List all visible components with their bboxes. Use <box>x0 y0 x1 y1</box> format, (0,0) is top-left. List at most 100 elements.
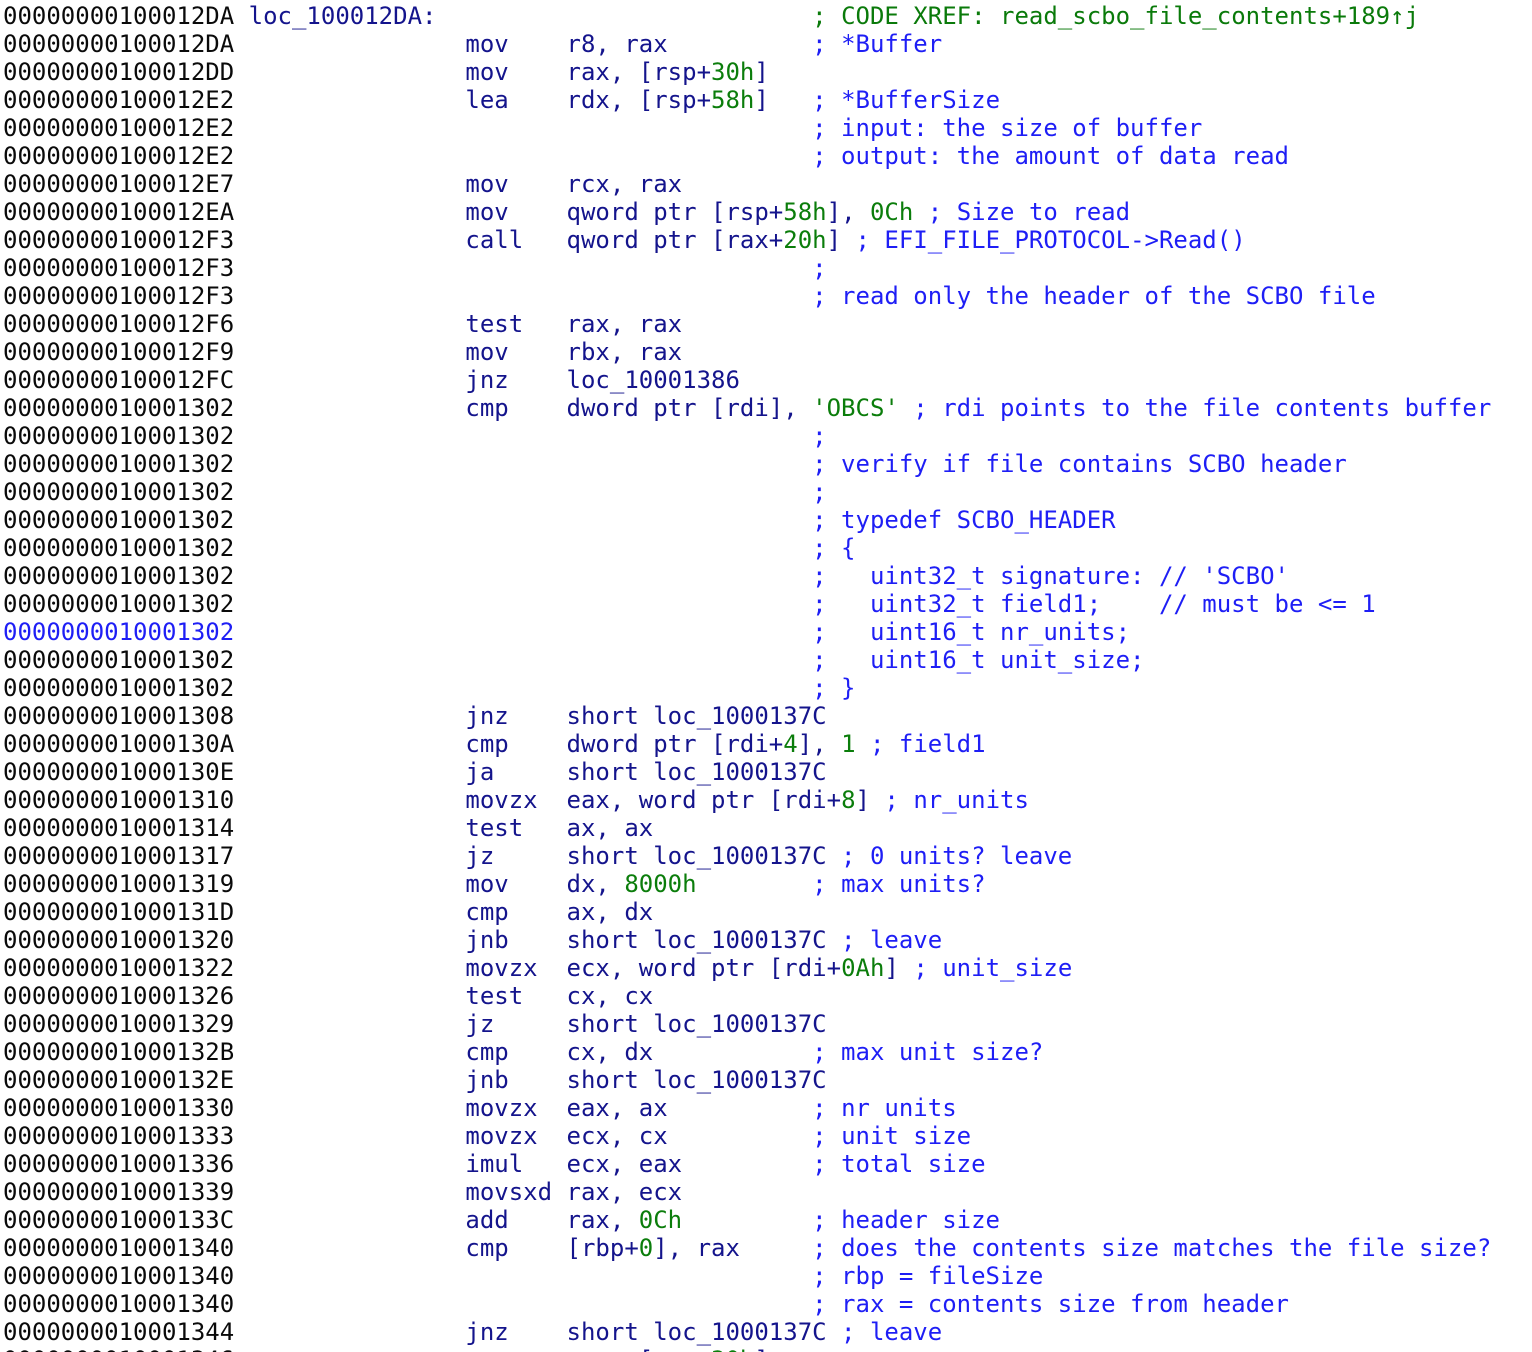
asm-line[interactable]: 0000000010001302 ; <box>3 422 1532 450</box>
address: 00000000100012FC <box>3 366 234 394</box>
address: 0000000010001340 <box>3 1262 234 1290</box>
asm-line[interactable]: 000000001000130A cmp dword ptr [rdi+4], … <box>3 730 1532 758</box>
instruction-text: cmp [rbp+ <box>234 1234 639 1262</box>
asm-line[interactable]: 00000000100012E2 ; output: the amount of… <box>3 142 1532 170</box>
asm-line[interactable]: 00000000100012DA loc_100012DA: ; CODE XR… <box>3 2 1532 30</box>
address: 0000000010001336 <box>3 1150 234 1178</box>
asm-line[interactable]: 0000000010001340 ; rbp = fileSize <box>3 1262 1532 1290</box>
asm-line[interactable]: 0000000010001322 movzx ecx, word ptr [rd… <box>3 954 1532 982</box>
asm-line[interactable]: 00000000100012DA mov r8, rax ; *Buffer <box>3 30 1532 58</box>
comment: ; field1 <box>856 730 986 758</box>
number-literal: 58h <box>783 198 826 226</box>
address: 00000000100012E2 <box>3 86 234 114</box>
comment: ; uint32_t signature: // 'SCBO' <box>234 562 1289 590</box>
asm-line[interactable]: 0000000010001340 ; rax = contents size f… <box>3 1290 1532 1318</box>
address: 0000000010001302 <box>3 394 234 422</box>
address: 000000001000133C <box>3 1206 234 1234</box>
comment: ; Size to read <box>913 198 1130 226</box>
comment: ; { <box>234 534 855 562</box>
instruction-text: movzx ecx, cx <box>234 1122 667 1150</box>
instruction-text: cmp ax, dx <box>234 898 653 926</box>
asm-line[interactable]: 0000000010001308 jnz short loc_1000137C <box>3 702 1532 730</box>
asm-line[interactable]: 0000000010001302 ; typedef SCBO_HEADER <box>3 506 1532 534</box>
asm-line[interactable]: 00000000100012E7 mov rcx, rax <box>3 170 1532 198</box>
instruction-text: ], rax <box>653 1234 740 1262</box>
address: 00000000100012DA <box>3 2 234 30</box>
comment: ; <box>234 422 826 450</box>
asm-line[interactable]: 00000000100012F3 ; <box>3 254 1532 282</box>
asm-line[interactable]: 00000000100012E2 ; input: the size of bu… <box>3 114 1532 142</box>
address: 0000000010001302 <box>3 674 234 702</box>
asm-line[interactable]: 00000000100012F3 ; read only the header … <box>3 282 1532 310</box>
asm-line[interactable]: 0000000010001329 jz short loc_1000137C <box>3 1010 1532 1038</box>
instruction-text: ], <box>827 198 870 226</box>
asm-line[interactable]: 0000000010001326 test cx, cx <box>3 982 1532 1010</box>
instruction-text: jz short loc_1000137C <box>234 842 826 870</box>
asm-line[interactable]: 0000000010001310 movzx eax, word ptr [rd… <box>3 786 1532 814</box>
asm-line[interactable]: 0000000010001340 cmp [rbp+0], rax ; does… <box>3 1234 1532 1262</box>
comment: ; uint32_t field1; // must be <= 1 <box>234 590 1376 618</box>
comment: ; *Buffer <box>668 30 943 58</box>
instruction-text: lea rdx, [rsp+ <box>234 86 711 114</box>
asm-line[interactable]: 00000000100012F9 mov rbx, rax <box>3 338 1532 366</box>
address: 000000001000131D <box>3 898 234 926</box>
address: 00000000100012F3 <box>3 282 234 310</box>
asm-line[interactable]: 0000000010001302 ; uint32_t field1; // m… <box>3 590 1532 618</box>
asm-line[interactable]: 0000000010001319 mov dx, 8000h ; max uni… <box>3 870 1532 898</box>
asm-line[interactable]: 0000000010001320 jnb short loc_1000137C … <box>3 926 1532 954</box>
asm-line[interactable]: 00000000100012DD mov rax, [rsp+30h] <box>3 58 1532 86</box>
asm-line[interactable]: 00000000100012F3 call qword ptr [rax+20h… <box>3 226 1532 254</box>
comment: ; unit_size <box>899 954 1072 982</box>
instruction-text: cmp dword ptr [rdi+ <box>234 730 783 758</box>
address: 0000000010001310 <box>3 786 234 814</box>
comment: ; leave <box>827 1318 943 1346</box>
instruction-text: cmp dword ptr [rdi], <box>234 394 812 422</box>
asm-line[interactable]: 00000000100012E2 lea rdx, [rsp+58h] ; *B… <box>3 86 1532 114</box>
address: 00000000100012F3 <box>3 226 234 254</box>
comment: ; unit size <box>668 1122 971 1150</box>
comment: ; nr units <box>668 1094 957 1122</box>
asm-line[interactable]: 0000000010001333 movzx ecx, cx ; unit si… <box>3 1122 1532 1150</box>
address: 00000000100012DA <box>3 30 234 58</box>
asm-line[interactable]: 0000000010001314 test ax, ax <box>3 814 1532 842</box>
asm-line[interactable]: 0000000010001302 cmp dword ptr [rdi], 'O… <box>3 394 1532 422</box>
address: 0000000010001344 <box>3 1318 234 1346</box>
asm-line[interactable]: 00000000100012FC jnz loc_10001386 <box>3 366 1532 394</box>
asm-line[interactable]: 0000000010001344 jnz short loc_1000137C … <box>3 1318 1532 1346</box>
asm-line[interactable]: 000000001000130E ja short loc_1000137C <box>3 758 1532 786</box>
asm-line[interactable]: 0000000010001330 movzx eax, ax ; nr unit… <box>3 1094 1532 1122</box>
address: 0000000010001308 <box>3 702 234 730</box>
comment: ; rbp = fileSize <box>234 1262 1043 1290</box>
instruction-text: cmp cx, dx <box>234 1038 653 1066</box>
address: 0000000010001302 <box>3 422 234 450</box>
asm-line[interactable]: 0000000010001302 ; verify if file contai… <box>3 450 1532 478</box>
address: 0000000010001326 <box>3 982 234 1010</box>
string-literal: 'OBCS' <box>812 394 899 422</box>
asm-line[interactable]: 0000000010001302 ; uint32_t signature: /… <box>3 562 1532 590</box>
asm-line[interactable]: 0000000010001302 ; uint16_t nr_units; <box>3 618 1532 646</box>
asm-line[interactable]: 0000000010001302 ; <box>3 478 1532 506</box>
asm-line[interactable]: 0000000010001302 ; { <box>3 534 1532 562</box>
instruction-text: movzx eax, ax <box>234 1094 667 1122</box>
instruction-text: ja short loc_1000137C <box>234 758 826 786</box>
asm-line[interactable]: 0000000010001346 mov rax, [rsp+30h] <box>3 1346 1532 1352</box>
address: 00000000100012E2 <box>3 114 234 142</box>
asm-line[interactable]: 00000000100012F6 test rax, rax <box>3 310 1532 338</box>
asm-line[interactable]: 000000001000132E jnb short loc_1000137C <box>3 1066 1532 1094</box>
asm-line[interactable]: 000000001000132B cmp cx, dx ; max unit s… <box>3 1038 1532 1066</box>
address: 00000000100012DD <box>3 58 234 86</box>
asm-line[interactable]: 000000001000133C add rax, 0Ch ; header s… <box>3 1206 1532 1234</box>
address: 0000000010001302 <box>3 478 234 506</box>
instruction-text: mov dx, <box>234 870 624 898</box>
asm-line[interactable]: 00000000100012EA mov qword ptr [rsp+58h]… <box>3 198 1532 226</box>
comment: ; uint16_t nr_units; <box>234 618 1130 646</box>
asm-line[interactable]: 0000000010001317 jz short loc_1000137C ;… <box>3 842 1532 870</box>
asm-line[interactable]: 000000001000131D cmp ax, dx <box>3 898 1532 926</box>
asm-line[interactable]: 0000000010001339 movsxd rax, ecx <box>3 1178 1532 1206</box>
asm-line[interactable]: 0000000010001302 ; } <box>3 674 1532 702</box>
instruction-text: jnb short loc_1000137C <box>234 926 826 954</box>
asm-line[interactable]: 0000000010001302 ; uint16_t unit_size; <box>3 646 1532 674</box>
address: 0000000010001314 <box>3 814 234 842</box>
instruction-text: ] <box>856 786 870 814</box>
asm-line[interactable]: 0000000010001336 imul ecx, eax ; total s… <box>3 1150 1532 1178</box>
